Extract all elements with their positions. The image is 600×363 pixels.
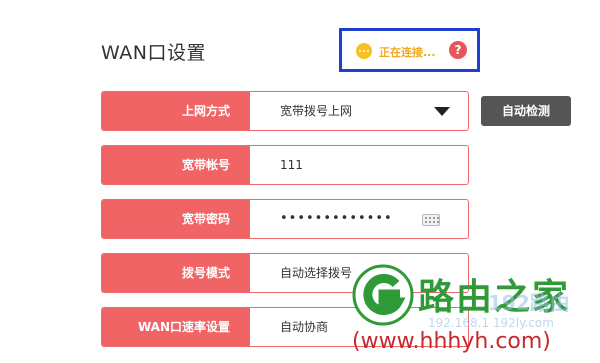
- broadband-account-label: 宽带帐号: [102, 146, 250, 184]
- broadband-password-input[interactable]: •••••••••••••: [280, 200, 393, 238]
- connection-type-select[interactable]: 上网方式 宽带拨号上网: [101, 91, 469, 131]
- watermark-faded-text: 192路由: [488, 291, 570, 315]
- broadband-password-field[interactable]: 宽带密码 •••••••••••••: [101, 199, 469, 239]
- dial-mode-value: 自动选择拨号: [280, 266, 353, 280]
- broadband-password-label: 宽带密码: [102, 200, 250, 238]
- watermark-faded-url: 192.168.1 192ly.com: [428, 316, 554, 330]
- watermark-logo-icon: [352, 264, 414, 326]
- watermark-url: (www.hhhyh.com): [352, 329, 551, 354]
- keyboard-icon[interactable]: [422, 214, 440, 226]
- wan-speed-label: WAN口速率设置: [102, 308, 250, 346]
- loading-icon: [356, 43, 372, 59]
- broadband-account-input[interactable]: 111: [280, 146, 303, 184]
- broadband-account-field[interactable]: 宽带帐号 111: [101, 145, 469, 185]
- connection-status-highlight: 正在连接... ?: [339, 28, 480, 72]
- connection-type-value: 宽带拨号上网: [280, 104, 353, 118]
- connection-type-label: 上网方式: [102, 92, 250, 130]
- connection-status-text: 正在连接...: [379, 46, 436, 59]
- wan-speed-value: 自动协商: [280, 320, 329, 334]
- dial-mode-label: 拨号模式: [102, 254, 250, 292]
- chevron-down-icon[interactable]: [434, 107, 450, 116]
- help-icon[interactable]: ?: [449, 41, 467, 59]
- auto-detect-button[interactable]: 自动检测: [481, 96, 571, 126]
- page-title: WAN口设置: [101, 42, 206, 64]
